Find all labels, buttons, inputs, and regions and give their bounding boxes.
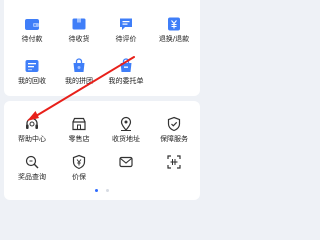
service-shipping-address[interactable]: 收货地址 <box>104 116 148 144</box>
carousel-dot-1[interactable] <box>95 189 99 192</box>
order-pending-receipt[interactable]: 待收货 <box>57 16 101 44</box>
store-icon <box>72 117 86 131</box>
order-my-group-buy-label: 我的拼团 <box>65 77 93 85</box>
message-icon <box>119 156 133 168</box>
commission-order-icon <box>120 58 132 72</box>
scan-icon <box>167 155 181 169</box>
order-pending-review-label: 待评价 <box>115 35 137 43</box>
service-scan[interactable] <box>152 154 196 173</box>
order-pending-review[interactable]: 待评价 <box>104 16 148 44</box>
service-shipping-address-label: 收货地址 <box>112 135 140 143</box>
order-pending-receipt-label: 待收货 <box>68 35 90 43</box>
comment-icon <box>120 18 132 30</box>
service-help-center[interactable]: 帮助中心 <box>10 116 54 144</box>
refund-icon <box>168 17 180 31</box>
order-my-recycle-label: 我的回收 <box>18 77 46 85</box>
service-price-protect[interactable]: 价保 <box>57 154 101 182</box>
service-retail-store-label: 零售店 <box>68 135 90 143</box>
carousel-dot-2[interactable] <box>105 189 109 192</box>
services-card: 帮助中心 零售店 收货地址 保障服务 奖品查询 价保 <box>4 101 200 200</box>
my-page: 待付款 待收货 待评价 退换/退款 我的回收 我的拼团 我的委托单 帮助中心 零… <box>0 0 204 200</box>
service-prize-query-label: 奖品查询 <box>18 173 46 181</box>
order-my-recycle[interactable]: 我的回收 <box>10 58 54 86</box>
price-protect-icon <box>72 154 86 170</box>
service-prize-query[interactable]: 奖品查询 <box>10 154 54 182</box>
group-buy-icon <box>73 58 85 72</box>
order-my-commission[interactable]: 我的委托单 <box>104 58 148 86</box>
service-price-protect-label: 价保 <box>72 173 86 181</box>
service-retail-store[interactable]: 零售店 <box>57 116 101 144</box>
order-pending-payment-label: 待付款 <box>21 35 43 43</box>
order-refund[interactable]: 退换/退款 <box>152 16 196 44</box>
orders-card: 待付款 待收货 待评价 退换/退款 我的回收 我的拼团 我的委托单 <box>4 0 200 96</box>
order-refund-label: 退换/退款 <box>158 35 190 43</box>
order-my-commission-label: 我的委托单 <box>108 77 144 85</box>
service-protection[interactable]: 保障服务 <box>152 116 196 144</box>
order-my-group-buy[interactable]: 我的拼团 <box>57 58 101 86</box>
service-help-center-label: 帮助中心 <box>18 135 46 143</box>
service-protection-label: 保障服务 <box>160 135 188 143</box>
shield-icon <box>167 116 181 132</box>
carousel-indicator <box>4 189 200 192</box>
headset-icon <box>26 117 38 129</box>
package-icon <box>72 18 86 30</box>
recycle-icon <box>25 60 39 72</box>
location-icon <box>120 116 132 131</box>
wallet-icon <box>25 19 39 30</box>
order-pending-payment[interactable]: 待付款 <box>10 16 54 44</box>
service-messages[interactable] <box>104 154 148 173</box>
prize-search-icon <box>25 155 39 169</box>
